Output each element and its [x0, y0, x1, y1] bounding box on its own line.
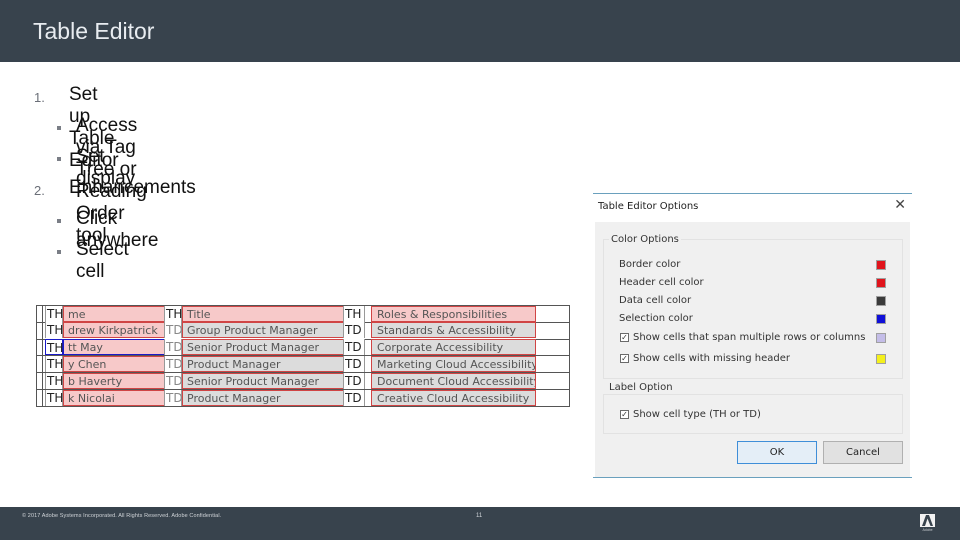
- slide-title: Table Editor: [33, 18, 155, 44]
- show-cell-type-checkbox[interactable]: ✓: [620, 410, 629, 419]
- cell-type-tag: TD: [164, 355, 183, 372]
- table-cell[interactable]: Corporate Accessibility: [371, 339, 536, 356]
- table-editor-preview: me Title Roles & Responsibilities TH TH TH dre…: [36, 305, 570, 407]
- table-cell[interactable]: Senior Product Manager: [182, 372, 360, 389]
- cell-type-tag: TD: [164, 322, 183, 339]
- span-cells-color-swatch[interactable]: [876, 333, 886, 343]
- border-color-label: Border color: [619, 259, 681, 270]
- table-cell[interactable]: Roles & Responsibilities: [371, 305, 536, 322]
- table-cell[interactable]: Product Manager: [182, 355, 360, 372]
- table-cell[interactable]: Title: [182, 305, 360, 322]
- cell-type-tag: TH: [45, 305, 64, 322]
- cell-type-tag: TH: [164, 305, 183, 322]
- cell-type-tag: TD: [343, 389, 365, 406]
- slide-footer: © 2017 Adobe Systems Incorporated. All R…: [0, 507, 960, 540]
- cell-type-tag: TD: [343, 322, 365, 339]
- show-cell-type-label: Show cell type (TH or TD): [633, 409, 761, 420]
- page-number: 11: [476, 513, 483, 519]
- outline-item: Enhancements: [69, 177, 196, 198]
- cell-type-tag: TH: [45, 339, 64, 356]
- table-cell[interactable]: Creative Cloud Accessibility: [371, 389, 536, 406]
- dialog-body: Color Options Border color Header cell c…: [595, 222, 910, 477]
- close-icon[interactable]: ✕: [894, 197, 906, 213]
- span-cells-checkbox[interactable]: ✓: [620, 333, 629, 342]
- dialog-title: Table Editor Options: [598, 201, 699, 212]
- selection-color-swatch[interactable]: [876, 314, 886, 324]
- cell-type-tag: TH: [45, 355, 64, 372]
- outline-bullet: Select cell: [76, 239, 129, 282]
- cell-type-tag: TD: [164, 389, 183, 406]
- span-cells-label: Show cells that span multiple rows or co…: [633, 332, 866, 343]
- border-color-swatch[interactable]: [876, 260, 886, 270]
- cell-type-tag: TD: [343, 372, 365, 389]
- table-cell[interactable]: Product Manager: [182, 389, 360, 406]
- outline-number: 2.: [34, 183, 45, 198]
- bullet-icon: [57, 126, 61, 130]
- ok-button[interactable]: OK: [737, 441, 817, 464]
- color-options-label: Color Options: [609, 234, 681, 245]
- table-grid-line: [36, 405, 569, 407]
- outline-number: 1.: [34, 90, 45, 105]
- header-cell-color-swatch[interactable]: [876, 278, 886, 288]
- bullet-icon: [57, 219, 61, 223]
- missing-header-color-swatch[interactable]: [876, 354, 886, 364]
- table-cell[interactable]: Group Product Manager: [182, 322, 360, 339]
- cell-type-tag: TD: [164, 339, 183, 356]
- label-option-label: Label Option: [609, 382, 673, 393]
- cell-type-tag: TH: [45, 372, 64, 389]
- cell-type-tag: TH: [45, 389, 64, 406]
- header-cell-color-label: Header cell color: [619, 277, 704, 288]
- missing-header-checkbox[interactable]: ✓: [620, 354, 629, 363]
- selection-color-label: Selection color: [619, 313, 693, 324]
- table-grid-line: [569, 305, 570, 407]
- cell-type-tag: TD: [164, 372, 183, 389]
- cell-type-tag: TD: [343, 355, 365, 372]
- table-cell[interactable]: Senior Product Manager: [182, 339, 360, 356]
- adobe-logo-icon: Adobe: [919, 514, 936, 532]
- slide-header: Table Editor: [0, 0, 960, 62]
- copyright-text: © 2017 Adobe Systems Incorporated. All R…: [22, 513, 222, 519]
- table-editor-options-dialog: Table Editor Options ✕ Color Options Bor…: [593, 193, 912, 478]
- cancel-button[interactable]: Cancel: [823, 441, 903, 464]
- table-cell[interactable]: Document Cloud Accessibility: [371, 372, 536, 389]
- missing-header-label: Show cells with missing header: [633, 353, 790, 364]
- bullet-icon: [57, 157, 61, 161]
- bullet-icon: [57, 250, 61, 254]
- data-cell-color-label: Data cell color: [619, 295, 692, 306]
- cell-type-tag: TH: [45, 322, 64, 339]
- data-cell-color-swatch[interactable]: [876, 296, 886, 306]
- cell-type-tag: TD: [343, 339, 365, 356]
- table-cell[interactable]: Marketing Cloud Accessibility: [371, 355, 536, 372]
- table-cell[interactable]: Standards & Accessibility: [371, 322, 536, 339]
- cell-type-tag: TH: [343, 305, 365, 322]
